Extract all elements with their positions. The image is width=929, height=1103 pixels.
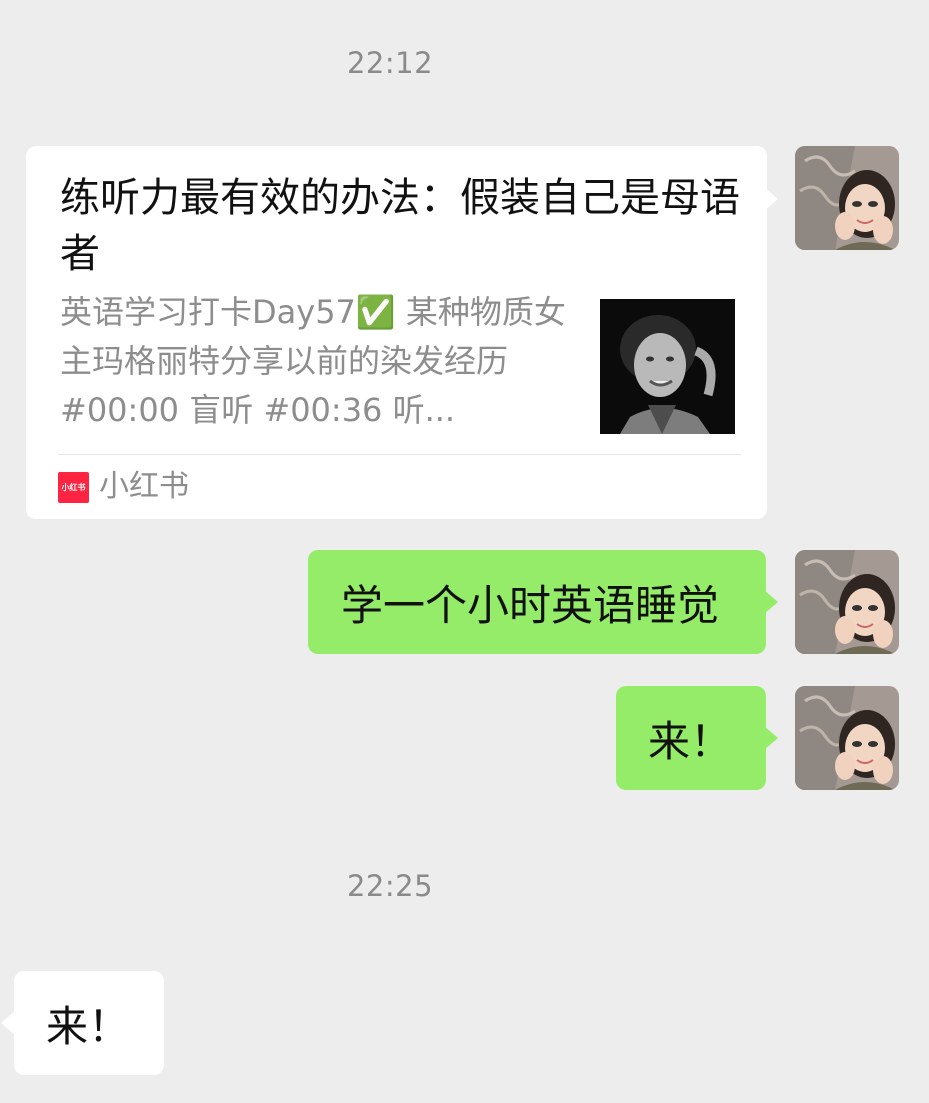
- bubble-tail: [1, 1011, 15, 1035]
- message-text: 学一个小时英语睡觉: [341, 580, 720, 630]
- bubble-tail: [764, 726, 778, 750]
- article-thumbnail: [600, 299, 735, 434]
- message-bubble-outgoing[interactable]: 来！: [616, 686, 766, 790]
- bubble-tail: [764, 590, 778, 614]
- link-card-tail: [764, 187, 778, 211]
- xiaohongshu-logo-icon: 小红书: [58, 472, 89, 503]
- timestamp: 22:25: [346, 869, 434, 903]
- user-avatar[interactable]: [795, 146, 899, 250]
- message-text: 来！: [46, 1001, 131, 1051]
- message-bubble-incoming[interactable]: 来！: [14, 971, 164, 1075]
- message-text: 来！: [648, 716, 733, 766]
- link-card-source: 小红书: [99, 469, 189, 504]
- link-card-divider: [58, 454, 741, 455]
- link-card-title: 练听力最有效的办法：假装自己是母语者: [60, 175, 740, 277]
- link-card[interactable]: 练听力最有效的办法：假装自己是母语者 英语学习打卡Day57✅ 某种物质女主玛格…: [26, 146, 767, 519]
- message-bubble-outgoing[interactable]: 学一个小时英语睡觉: [308, 550, 766, 654]
- timestamp: 22:12: [346, 46, 434, 80]
- link-card-description: 英语学习打卡Day57✅ 某种物质女主玛格丽特分享以前的染发经历 #00:00 …: [60, 293, 566, 429]
- user-avatar[interactable]: [795, 686, 899, 790]
- user-avatar[interactable]: [795, 550, 899, 654]
